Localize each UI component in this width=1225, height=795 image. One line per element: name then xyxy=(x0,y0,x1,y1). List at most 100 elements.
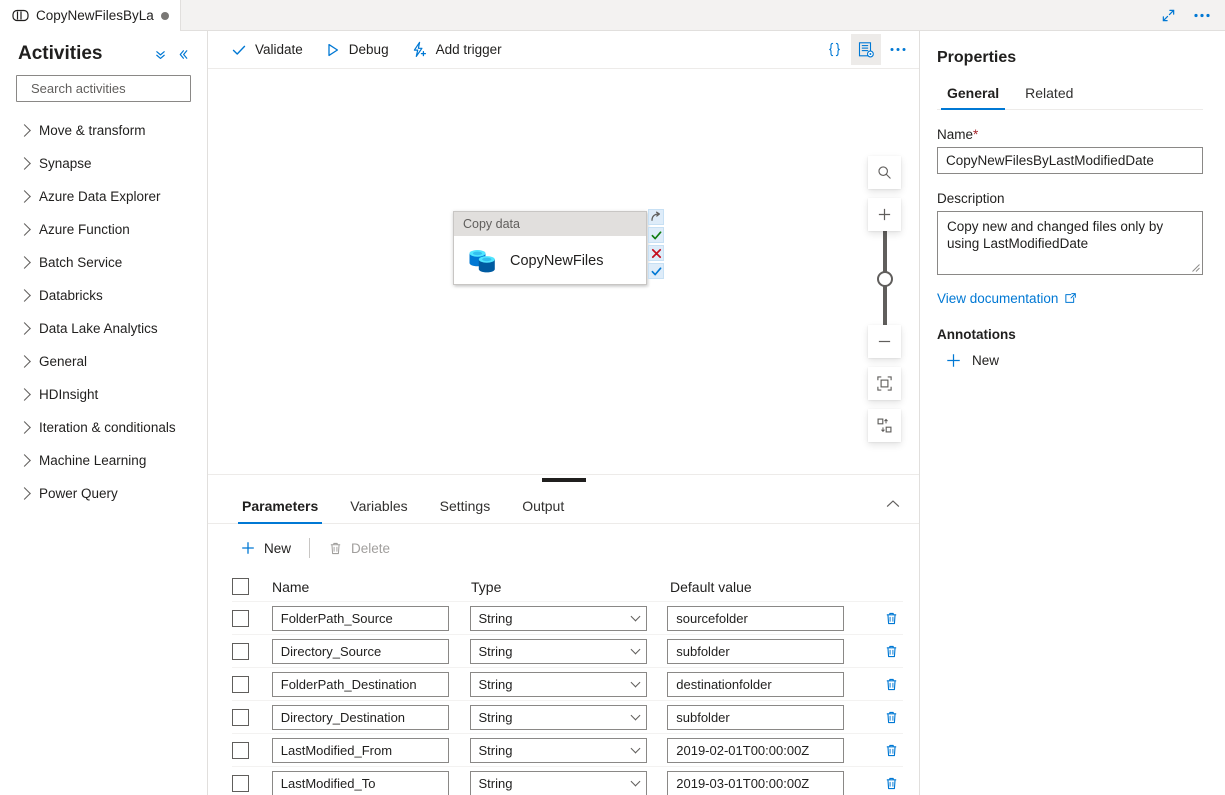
bottom-panel-tabs: Parameters Variables Settings Output xyxy=(208,484,919,524)
sidebar-item-azure-data-explorer[interactable]: Azure Data Explorer xyxy=(0,180,207,213)
parameter-type-select[interactable]: String xyxy=(469,770,647,795)
parameter-default-input[interactable]: 2019-03-01T00:00:00Z xyxy=(667,770,845,795)
zoom-in-button[interactable] xyxy=(868,198,901,231)
row-checkbox[interactable] xyxy=(232,708,249,726)
search-input[interactable] xyxy=(31,81,207,96)
row-checkbox[interactable] xyxy=(232,741,249,759)
parameter-name-input[interactable]: Directory_Source xyxy=(271,638,449,664)
parameter-type-select[interactable]: String xyxy=(469,671,647,697)
double-chevron-down-icon[interactable] xyxy=(149,43,171,65)
skip-handle[interactable] xyxy=(648,209,664,225)
activities-sidebar: Activities Search activities Move & tran… xyxy=(0,31,208,795)
row-checkbox[interactable] xyxy=(232,675,249,693)
tab-related[interactable]: Related xyxy=(1015,85,1083,109)
auto-align-button[interactable] xyxy=(868,409,901,442)
new-annotation-button[interactable]: New xyxy=(945,352,1203,369)
collapse-panel-button[interactable] xyxy=(881,493,905,515)
expand-diagonal-icon[interactable] xyxy=(1153,3,1183,29)
minus-icon xyxy=(878,340,891,343)
sidebar-item-power-query[interactable]: Power Query xyxy=(0,477,207,510)
search-activities-box[interactable] xyxy=(16,75,207,102)
zoom-out-button[interactable] xyxy=(868,325,901,358)
zoom-slider-thumb[interactable] xyxy=(876,271,893,287)
tab-settings[interactable]: Settings xyxy=(428,498,503,523)
double-chevron-left-icon[interactable] xyxy=(171,43,193,65)
sidebar-item-data-lake-analytics[interactable]: Data Lake Analytics xyxy=(0,312,207,345)
chevron-down-icon xyxy=(630,743,640,753)
failure-handle[interactable] xyxy=(648,245,664,261)
pipeline-document-tab[interactable]: CopyNewFilesByLa... xyxy=(0,0,181,31)
delete-row-button[interactable] xyxy=(879,606,903,630)
sidebar-item-databricks[interactable]: Databricks xyxy=(0,279,207,312)
sidebar-item-hdinsight[interactable]: HDInsight xyxy=(0,378,207,411)
play-triangle-icon xyxy=(328,43,338,56)
delete-row-button[interactable] xyxy=(879,738,903,762)
properties-toggle-button[interactable] xyxy=(851,34,881,65)
parameter-default-input[interactable]: destinationfolder xyxy=(667,671,845,697)
command-bar-ellipsis-icon[interactable] xyxy=(883,34,913,65)
parameter-default-input[interactable]: sourcefolder xyxy=(667,605,845,631)
select-all-checkbox[interactable] xyxy=(232,578,249,595)
titlebar-ellipsis-icon[interactable] xyxy=(1187,3,1217,29)
parameter-type-select[interactable]: String xyxy=(469,605,647,631)
view-documentation-label: View documentation xyxy=(937,291,1059,306)
tab-parameters[interactable]: Parameters xyxy=(230,498,330,524)
pipeline-description-textarea[interactable]: Copy new and changed files only by using… xyxy=(937,211,1203,275)
delete-row-button[interactable] xyxy=(879,639,903,663)
delete-row-button[interactable] xyxy=(879,771,903,795)
name-label-text: Name xyxy=(937,127,974,142)
pipeline-canvas[interactable]: Copy data CopyNewFiles xyxy=(208,69,919,474)
tab-label: Related xyxy=(1025,85,1074,101)
code-view-button[interactable] xyxy=(819,34,849,65)
parameter-type-select[interactable]: String xyxy=(469,704,647,730)
properties-document-icon xyxy=(858,41,874,57)
sidebar-item-general[interactable]: General xyxy=(0,345,207,378)
tab-variables[interactable]: Variables xyxy=(338,498,419,523)
canvas-search-button[interactable] xyxy=(868,156,901,189)
row-actions-cell xyxy=(865,672,903,696)
row-checkbox[interactable] xyxy=(232,774,249,792)
debug-button[interactable]: Debug xyxy=(316,35,398,65)
parameter-default-input[interactable]: subfolder xyxy=(667,638,845,664)
parameter-name-input[interactable]: LastModified_To xyxy=(271,770,449,795)
trash-icon xyxy=(886,777,896,789)
parameter-type-select[interactable]: String xyxy=(469,638,647,664)
sidebar-item-label: HDInsight xyxy=(39,387,99,402)
new-parameter-button[interactable]: New xyxy=(232,533,299,563)
row-checkbox[interactable] xyxy=(232,609,249,627)
parameter-type-select[interactable]: String xyxy=(469,737,647,763)
add-trigger-button[interactable]: Add trigger xyxy=(402,35,511,65)
sidebar-item-azure-function[interactable]: Azure Function xyxy=(0,213,207,246)
resize-grip-icon[interactable] xyxy=(1191,263,1200,272)
chevron-right-icon xyxy=(18,355,31,368)
bottom-panel-resizer[interactable] xyxy=(208,474,919,484)
tab-general[interactable]: General xyxy=(937,85,1009,110)
delete-parameter-button[interactable]: Delete xyxy=(320,533,398,563)
fit-to-screen-button[interactable] xyxy=(868,367,901,400)
activity-node-copy-data[interactable]: Copy data CopyNewFiles xyxy=(453,211,647,285)
delete-row-button[interactable] xyxy=(879,705,903,729)
tab-output[interactable]: Output xyxy=(510,498,576,523)
validate-button[interactable]: Validate xyxy=(222,35,312,65)
parameter-name-input[interactable]: FolderPath_Source xyxy=(271,605,449,631)
sidebar-item-iteration-conditionals[interactable]: Iteration & conditionals xyxy=(0,411,207,444)
delete-row-button[interactable] xyxy=(879,672,903,696)
view-documentation-link[interactable]: View documentation xyxy=(937,291,1203,306)
parameter-name-input[interactable]: LastModified_From xyxy=(271,737,449,763)
row-checkbox[interactable] xyxy=(232,642,249,660)
success-handle[interactable] xyxy=(648,227,664,243)
panel-resize-handle[interactable] xyxy=(541,478,586,482)
sidebar-item-batch-service[interactable]: Batch Service xyxy=(0,246,207,279)
parameter-name-input[interactable]: Directory_Destination xyxy=(271,704,449,730)
parameter-default-input[interactable]: 2019-02-01T00:00:00Z xyxy=(667,737,845,763)
delete-parameter-label: Delete xyxy=(351,540,391,556)
zoom-slider[interactable] xyxy=(876,229,893,327)
parameter-type-value: String xyxy=(478,643,513,659)
sidebar-item-machine-learning[interactable]: Machine Learning xyxy=(0,444,207,477)
pipeline-name-input[interactable]: CopyNewFilesByLastModifiedDate xyxy=(937,147,1203,174)
sidebar-item-synapse[interactable]: Synapse xyxy=(0,147,207,180)
sidebar-item-move-transform[interactable]: Move & transform xyxy=(0,114,207,147)
parameter-name-input[interactable]: FolderPath_Destination xyxy=(271,671,449,697)
completion-handle[interactable] xyxy=(648,263,664,279)
parameter-default-input[interactable]: subfolder xyxy=(667,704,845,730)
